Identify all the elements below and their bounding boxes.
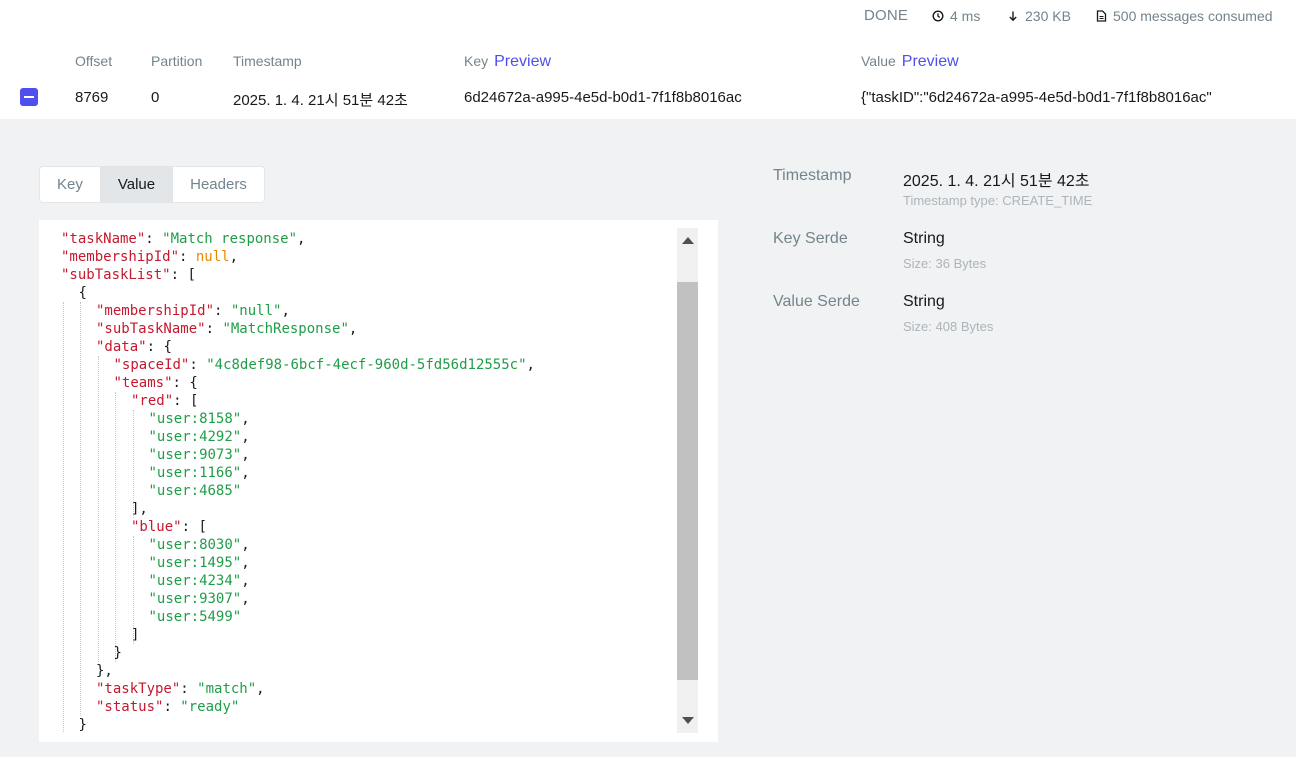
json-line: "taskName": "Match response", — [61, 231, 306, 247]
messages-value: 500 messages consumed — [1113, 8, 1273, 24]
json-line: "subTaskList": [ — [61, 267, 196, 283]
indent-guide — [80, 302, 81, 716]
row-key: 6d24672a-a995-4e5d-b0d1-7f1f8b8016ac — [464, 89, 742, 106]
row-value: {"taskID":"6d24672a-a995-4e5d-b0d1-7f1f8… — [861, 89, 1212, 106]
json-line: "status": "ready" — [96, 699, 240, 715]
json-line: "user:9073", — [148, 447, 250, 463]
json-scrollbar[interactable] — [677, 228, 698, 733]
status-state: DONE — [864, 7, 909, 24]
json-line: "user:1495", — [148, 555, 250, 571]
elapsed-time: 4 ms — [932, 8, 980, 24]
json-line: }, — [96, 663, 113, 679]
header-offset: Offset — [75, 53, 113, 69]
json-line: ] — [131, 627, 140, 643]
message-detail-panel: Key Value Headers "taskName": "Match res… — [0, 119, 1296, 757]
detail-tabs: Key Value Headers — [39, 166, 265, 203]
json-line: "membershipId": "null", — [96, 303, 290, 319]
value-serde-label: Value Serde — [773, 293, 860, 310]
row-offset: 8769 — [75, 89, 109, 106]
json-line: "user:5499" — [148, 609, 242, 625]
json-line: "data": { — [96, 339, 172, 355]
json-line: "user:4685" — [148, 483, 242, 499]
collapse-icon[interactable] — [20, 88, 38, 106]
key-size: Size: 36 Bytes — [903, 256, 987, 271]
json-line: "user:9307", — [148, 591, 250, 607]
scroll-thumb[interactable] — [677, 282, 698, 680]
json-line: ], — [131, 501, 148, 517]
json-line: { — [78, 285, 87, 301]
header-value-label: Value — [861, 53, 896, 69]
json-line: "user:4234", — [148, 573, 250, 589]
indent-guide — [62, 302, 64, 732]
json-line: "spaceId": "4c8def98-6bcf-4ecf-960d-5fd5… — [113, 357, 535, 373]
value-serde-value: String — [903, 293, 945, 310]
timestamp-type: Timestamp type: CREATE_TIME — [903, 193, 1093, 208]
file-icon — [1096, 10, 1107, 22]
value-size: Size: 408 Bytes — [903, 319, 994, 334]
header-partition: Partition — [151, 53, 203, 69]
json-line: "subTaskName": "MatchResponse", — [96, 321, 358, 337]
json-code: "taskName": "Match response", "membership… — [57, 230, 695, 732]
timestamp-value: 2025. 1. 4. 21시 51분 42초 — [903, 173, 1090, 190]
json-line: } — [113, 645, 122, 661]
key-serde-value: String — [903, 230, 945, 247]
scroll-down-icon[interactable] — [682, 717, 694, 724]
scroll-up-icon[interactable] — [682, 237, 694, 244]
json-line: "user:4292", — [148, 429, 250, 445]
json-line: "blue": [ — [131, 519, 207, 535]
header-timestamp: Timestamp — [233, 53, 302, 69]
json-viewer[interactable]: "taskName": "Match response", "membership… — [39, 220, 718, 742]
bytes-value: 230 KB — [1025, 8, 1071, 24]
key-serde-label: Key Serde — [773, 230, 848, 247]
key-preview-button[interactable]: Preview — [494, 53, 551, 70]
tab-key[interactable]: Key — [40, 167, 101, 202]
timestamp-label: Timestamp — [773, 167, 852, 184]
json-line: "red": [ — [131, 393, 199, 409]
arrow-down-icon — [1007, 10, 1019, 22]
header-key: Key Preview — [464, 53, 551, 71]
json-line: "membershipId": null, — [61, 249, 239, 265]
json-line: "teams": { — [113, 375, 198, 391]
value-preview-button[interactable]: Preview — [902, 53, 959, 70]
json-line: "user:1166", — [148, 465, 250, 481]
indent-guide — [97, 356, 99, 662]
messages-table-header: Offset Partition Timestamp Key Preview Va… — [0, 44, 1296, 79]
messages-consumed: 500 messages consumed — [1096, 8, 1273, 24]
json-line: "taskType": "match", — [96, 681, 265, 697]
json-line: "user:8158", — [148, 411, 250, 427]
json-line: "user:8030", — [148, 537, 250, 553]
status-bar: DONE 4 ms 230 KB 500 messages consumed — [0, 0, 1296, 34]
tab-headers[interactable]: Headers — [173, 167, 264, 202]
bytes-consumed: 230 KB — [1007, 8, 1071, 24]
indent-guide — [115, 392, 116, 662]
row-partition: 0 — [151, 89, 160, 106]
header-value: Value Preview — [861, 53, 959, 71]
clock-icon — [932, 10, 944, 22]
table-row[interactable]: 8769 0 2025. 1. 4. 21시 51분 42초 6d24672a-… — [0, 78, 1296, 119]
row-timestamp: 2025. 1. 4. 21시 51분 42초 — [233, 92, 408, 109]
tab-value[interactable]: Value — [100, 167, 174, 202]
header-key-label: Key — [464, 53, 489, 69]
elapsed-value: 4 ms — [950, 8, 981, 24]
json-line: } — [78, 717, 87, 732]
